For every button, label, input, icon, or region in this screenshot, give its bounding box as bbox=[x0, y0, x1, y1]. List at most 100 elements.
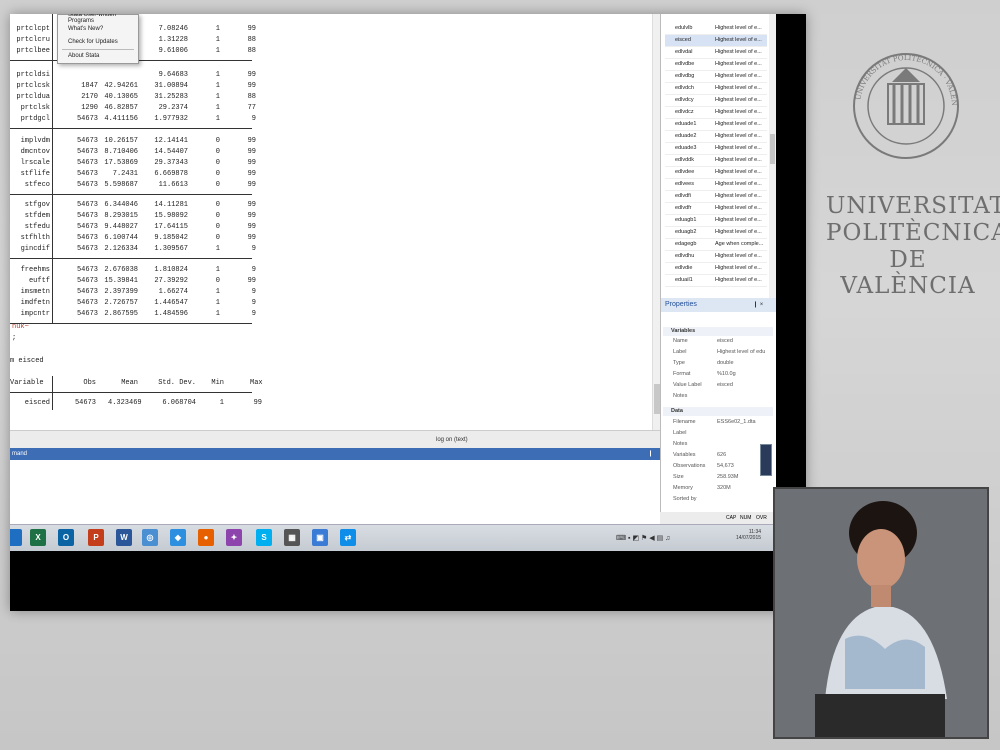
properties-variables-section[interactable]: Variables bbox=[663, 327, 773, 336]
menu-item-user-programs[interactable]: Stata User-written Programs bbox=[68, 14, 138, 24]
variable-row[interactable]: edlvdch Highest level of e... bbox=[665, 83, 767, 95]
results-cell: 15.39841 bbox=[104, 277, 138, 285]
properties-pin-close-icon[interactable]: ❙ × bbox=[753, 301, 763, 308]
property-row[interactable]: Format %10.0g bbox=[663, 370, 773, 380]
variables-scrollbar[interactable] bbox=[769, 14, 776, 298]
results-row: prtclcpt 7.08246 1 99 bbox=[10, 25, 270, 35]
property-row[interactable]: Type double bbox=[663, 359, 773, 369]
variables-scroll-thumb[interactable] bbox=[770, 134, 775, 164]
variable-row[interactable]: edlvdie Highest level of e... bbox=[665, 263, 767, 275]
variable-row[interactable]: edlvdfr Highest level of e... bbox=[665, 203, 767, 215]
tray-icons[interactable]: ⌨ ▪ ◩ ⚑ ◀ ▤ ♫ bbox=[616, 534, 716, 544]
variable-name: eisced bbox=[675, 37, 691, 43]
results-cell: 9 bbox=[251, 266, 256, 274]
results-row: stfeco 54673 5.598687 11.6613 0 99 bbox=[10, 181, 270, 191]
property-row[interactable]: Label bbox=[663, 429, 773, 439]
skype-icon[interactable]: S bbox=[256, 529, 272, 546]
results-cell: 31.00894 bbox=[154, 82, 188, 90]
variable-row[interactable]: edlvdcz Highest level of e... bbox=[665, 107, 767, 119]
results-variable-name: stfedu bbox=[24, 223, 50, 231]
side-tab-icon[interactable] bbox=[760, 444, 772, 476]
results-cell: 77 bbox=[247, 104, 256, 112]
properties-title-bar: Properties ❙ × bbox=[661, 298, 776, 312]
property-row[interactable]: Observations 54,673 bbox=[663, 462, 773, 472]
results-cell: 99 bbox=[247, 181, 256, 189]
windows-taskbar: X O P W ◎ ◆ ● ✦ S ▦ ▣ ⇄ ⌨ ▪ ◩ ⚑ ◀ ▤ ♫ 11:34 14/07/2… bbox=[10, 524, 776, 551]
results-cell: 88 bbox=[247, 36, 256, 44]
property-key: Name bbox=[673, 338, 688, 344]
variable-row[interactable]: eisced Highest level of e... bbox=[665, 35, 767, 47]
results-cell: 99 bbox=[247, 212, 256, 220]
property-key: Variables bbox=[673, 452, 696, 458]
variable-row[interactable]: edlvddk Highest level of e... bbox=[665, 155, 767, 167]
variable-row[interactable]: eduade3 Highest level of e... bbox=[665, 143, 767, 155]
menu-item-whats-new[interactable]: What's New? bbox=[68, 26, 103, 32]
results-variable-name: imdfetn bbox=[20, 299, 50, 307]
properties-data-section[interactable]: Data bbox=[663, 407, 773, 416]
variable-row[interactable]: edlvdfi Highest level of e... bbox=[665, 191, 767, 203]
variable-name: eduail1 bbox=[675, 277, 693, 283]
grid-app-icon[interactable]: ▦ bbox=[284, 529, 300, 546]
results-cell: 2.867595 bbox=[104, 310, 138, 318]
property-key: Size bbox=[673, 474, 684, 480]
property-value: ESS6e02_1.dta bbox=[717, 419, 756, 425]
property-row[interactable]: Variables 626 bbox=[663, 451, 773, 461]
variable-row[interactable]: eduade1 Highest level of e... bbox=[665, 119, 767, 131]
summary-header-cell: Min bbox=[211, 379, 224, 387]
variable-row[interactable]: eduade2 Highest level of e... bbox=[665, 131, 767, 143]
results-status-bar: log on (text) bbox=[10, 430, 660, 449]
word-icon[interactable]: W bbox=[116, 529, 132, 546]
property-row[interactable]: Filename ESS6e02_1.dta bbox=[663, 418, 773, 428]
results-cell: 1 bbox=[215, 299, 220, 307]
results-cell: 46.82857 bbox=[104, 104, 138, 112]
firefox-icon[interactable]: ● bbox=[198, 529, 214, 546]
teamviewer-icon[interactable]: ⇄ bbox=[340, 529, 356, 546]
tool-icon[interactable]: ✦ bbox=[226, 529, 242, 546]
variable-name: edlvddk bbox=[675, 157, 694, 163]
powerpoint-icon[interactable]: P bbox=[88, 529, 104, 546]
property-row[interactable]: Size 258.93M bbox=[663, 473, 773, 483]
table-separator bbox=[10, 323, 252, 324]
monitor-icon[interactable]: ▣ bbox=[312, 529, 328, 546]
property-row[interactable]: Notes bbox=[663, 440, 773, 450]
variable-row[interactable]: edlvdcy Highest level of e... bbox=[665, 95, 767, 107]
variable-row[interactable]: edagegb Age when comple... bbox=[665, 239, 767, 251]
variable-row[interactable]: edlvdbe Highest level of e... bbox=[665, 59, 767, 71]
menu-item-check-updates[interactable]: Check for Updates bbox=[68, 39, 118, 45]
menu-item-about-stata[interactable]: About Stata bbox=[68, 53, 99, 59]
results-row: prtclbee 9.61006 1 88 bbox=[10, 47, 270, 57]
property-row[interactable]: Value Label eisced bbox=[663, 381, 773, 391]
variable-row[interactable]: edlvdbg Highest level of e... bbox=[665, 71, 767, 83]
results-variable-name: imsmetn bbox=[20, 288, 50, 296]
results-cell: 9 bbox=[251, 115, 256, 123]
start-icon[interactable] bbox=[10, 529, 22, 546]
summary-header-cell: Variable bbox=[10, 379, 44, 387]
variable-row[interactable]: edlvdee Highest level of e... bbox=[665, 167, 767, 179]
excel-icon[interactable]: X bbox=[30, 529, 46, 546]
property-row[interactable]: Notes bbox=[663, 392, 773, 402]
outlook-icon[interactable]: O bbox=[58, 529, 74, 546]
system-clock[interactable]: 11:34 14/07/2015 bbox=[736, 529, 761, 541]
variable-row[interactable]: edlvees Highest level of e... bbox=[665, 179, 767, 191]
network-icon[interactable]: ◎ bbox=[142, 529, 158, 546]
property-row[interactable]: Sorted by bbox=[663, 495, 773, 505]
results-cell: 88 bbox=[247, 47, 256, 55]
log-status: log on (text) bbox=[436, 437, 468, 443]
variable-row[interactable]: edulvlb Highest level of e... bbox=[665, 23, 767, 35]
property-row[interactable]: Memory 320M bbox=[663, 484, 773, 494]
property-row[interactable]: Name eisced bbox=[663, 337, 773, 347]
variable-row[interactable]: eduail1 Highest level of e... bbox=[665, 275, 767, 287]
variable-name: edlvdcy bbox=[675, 97, 694, 103]
variable-row[interactable]: edlvdhu Highest level of e... bbox=[665, 251, 767, 263]
variable-name: edlvdch bbox=[675, 85, 694, 91]
variable-name: eduade1 bbox=[675, 121, 697, 127]
variable-row[interactable]: edlvdal Highest level of e... bbox=[665, 47, 767, 59]
property-row[interactable]: Label Highest level of edu bbox=[663, 348, 773, 358]
results-variable-name: prtclcsk bbox=[16, 82, 50, 90]
variable-row[interactable]: eduagb2 Highest level of e... bbox=[665, 227, 767, 239]
results-variable-name: prtcldua bbox=[16, 93, 50, 101]
pin-icon[interactable]: ❙ bbox=[648, 450, 653, 457]
variable-row[interactable]: eduagb1 Highest level of e... bbox=[665, 215, 767, 227]
dropbox-icon[interactable]: ◆ bbox=[170, 529, 186, 546]
command-input[interactable] bbox=[10, 460, 660, 524]
